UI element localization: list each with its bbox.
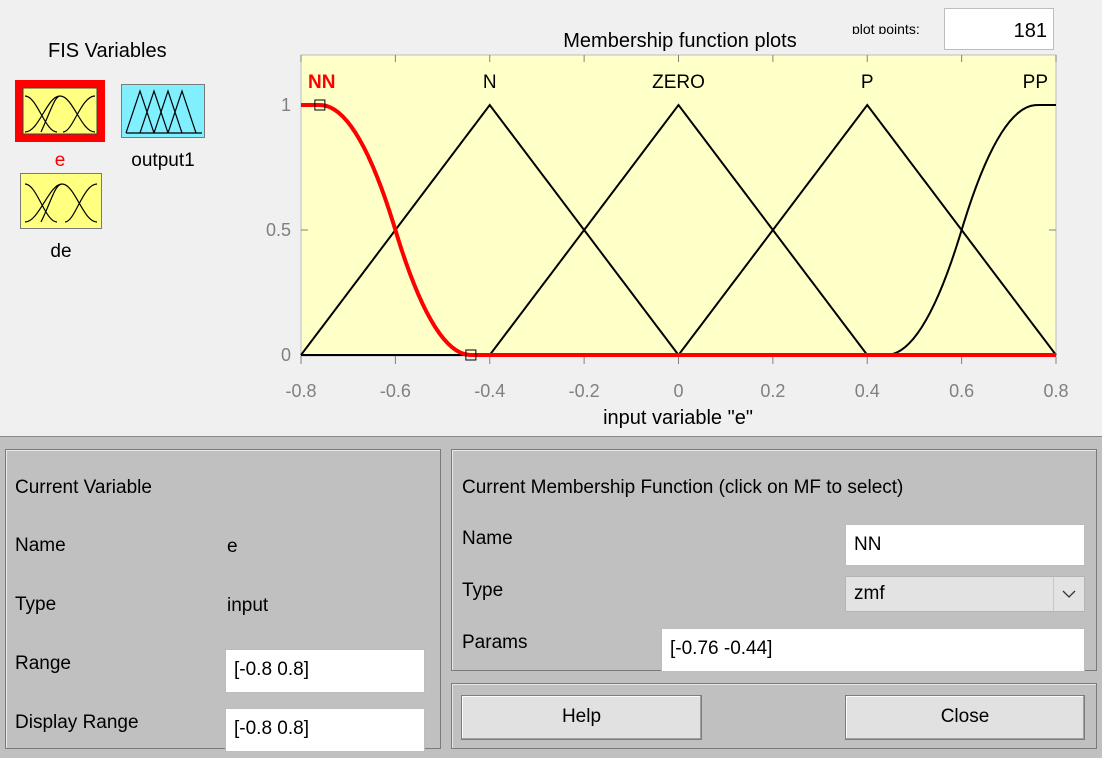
current-variable-title: Current Variable — [15, 477, 152, 498]
range-label: Range — [15, 653, 71, 674]
x-tick-label: -0.2 — [569, 381, 600, 401]
close-button[interactable]: Close — [845, 695, 1085, 740]
button-panel: Help Close — [451, 683, 1097, 749]
display-range-field[interactable]: [-0.8 0.8] — [225, 708, 425, 752]
mf-label-p[interactable]: P — [861, 72, 874, 93]
current-mf-title: Current Membership Function (click on MF… — [462, 477, 904, 498]
mf-params-label: Params — [462, 632, 528, 653]
y-tick-label: 1 — [281, 95, 291, 115]
mf-label-n[interactable]: N — [483, 72, 497, 93]
x-tick-label: 0 — [673, 381, 683, 401]
mf-params-field[interactable]: [-0.76 -0.44] — [661, 628, 1085, 672]
mf-label-nn[interactable]: NN — [308, 72, 335, 93]
y-tick-label: 0.5 — [266, 220, 291, 240]
help-button[interactable]: Help — [461, 695, 702, 740]
mf-name-field[interactable]: NN — [845, 524, 1085, 566]
x-tick-label: -0.4 — [474, 381, 505, 401]
chevron-down-icon[interactable] — [1053, 577, 1084, 611]
x-tick-label: -0.6 — [380, 381, 411, 401]
display-range-label: Display Range — [15, 712, 139, 733]
x-tick-label: 0.6 — [949, 381, 974, 401]
mf-label-pp[interactable]: PP — [1023, 72, 1048, 93]
mf-type-select[interactable]: zmf — [845, 576, 1085, 612]
x-tick-label: 0.8 — [1043, 381, 1068, 401]
variable-name-value: e — [227, 536, 238, 557]
variable-type-value: input — [227, 595, 269, 616]
mf-label-zero[interactable]: ZERO — [652, 72, 705, 93]
bottom-panel-area: Current Variable Name e Type input Range… — [0, 436, 1102, 758]
y-tick-label: 0 — [281, 345, 291, 365]
membership-function-plot[interactable]: -0.8 -0.6 -0.4 -0.2 0 0.2 0.4 0.6 0.8 0 0.5 1 N ZERO… — [0, 0, 1102, 436]
mf-type-value: zmf — [854, 583, 885, 604]
x-tick-label: 0.4 — [855, 381, 880, 401]
x-tick-label: -0.8 — [285, 381, 316, 401]
variable-type-label: Type — [15, 594, 57, 615]
variable-name-label: Name — [15, 535, 66, 556]
x-tick-label: 0.2 — [760, 381, 785, 401]
range-field[interactable]: [-0.8 0.8] — [225, 649, 425, 693]
current-variable-panel: Current Variable Name e Type input Range… — [5, 449, 441, 752]
current-mf-panel: Current Membership Function (click on MF… — [451, 449, 1097, 672]
mf-name-label: Name — [462, 528, 513, 549]
mf-type-label: Type — [462, 580, 504, 601]
x-axis-label: input variable "e" — [603, 407, 753, 429]
